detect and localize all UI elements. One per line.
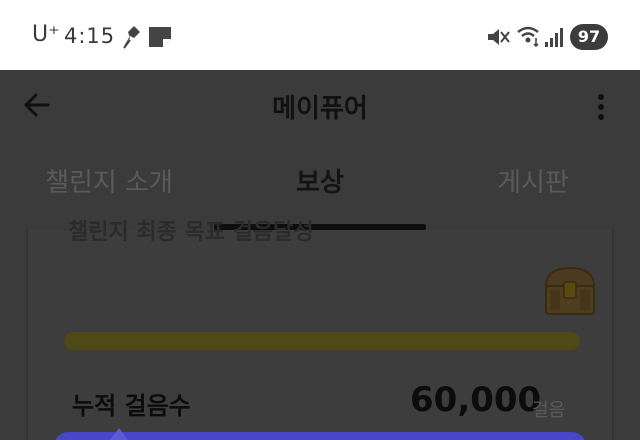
pin-icon [123,26,140,49]
app-screen: 메이퓨어 챌린지 소개 보상 게시판 챌린지 최종 목표 걸음달성 누적 걸음수… [0,70,640,440]
cumulative-steps-label: 누적 걸음수 [72,392,191,420]
goal-progress-bar [64,332,580,350]
battery-badge: 97 [570,24,608,50]
app-bar: 메이퓨어 [0,70,640,140]
bottom-sheet[interactable] [54,432,586,440]
reward-card: 챌린지 최종 목표 걸음달성 누적 걸음수 60,000 걸음 [26,220,614,440]
steps-unit: 걸음 [532,400,566,421]
caret-up-icon [110,428,128,440]
signal-icon [545,28,563,47]
card-heading: 챌린지 최종 목표 걸음달성 [68,220,314,245]
mute-icon [488,29,510,45]
carrier-label: U⁺ [32,22,60,47]
cumulative-steps-value: 60,000 [410,380,542,420]
note-icon [149,27,171,47]
page-title: 메이퓨어 [272,94,368,124]
tab-board[interactable]: 게시판 [448,162,618,199]
tab-reward[interactable]: 보상 [214,162,426,199]
treasure-chest-icon [544,266,596,315]
clock-time: 4:15 [64,24,116,48]
more-vertical-icon[interactable] [594,92,608,122]
progress-fill [64,332,580,350]
tab-challenge-intro[interactable]: 챌린지 소개 [24,162,194,199]
wifi-icon [517,26,539,48]
status-bar: U⁺ 4:15 97 [0,0,640,70]
